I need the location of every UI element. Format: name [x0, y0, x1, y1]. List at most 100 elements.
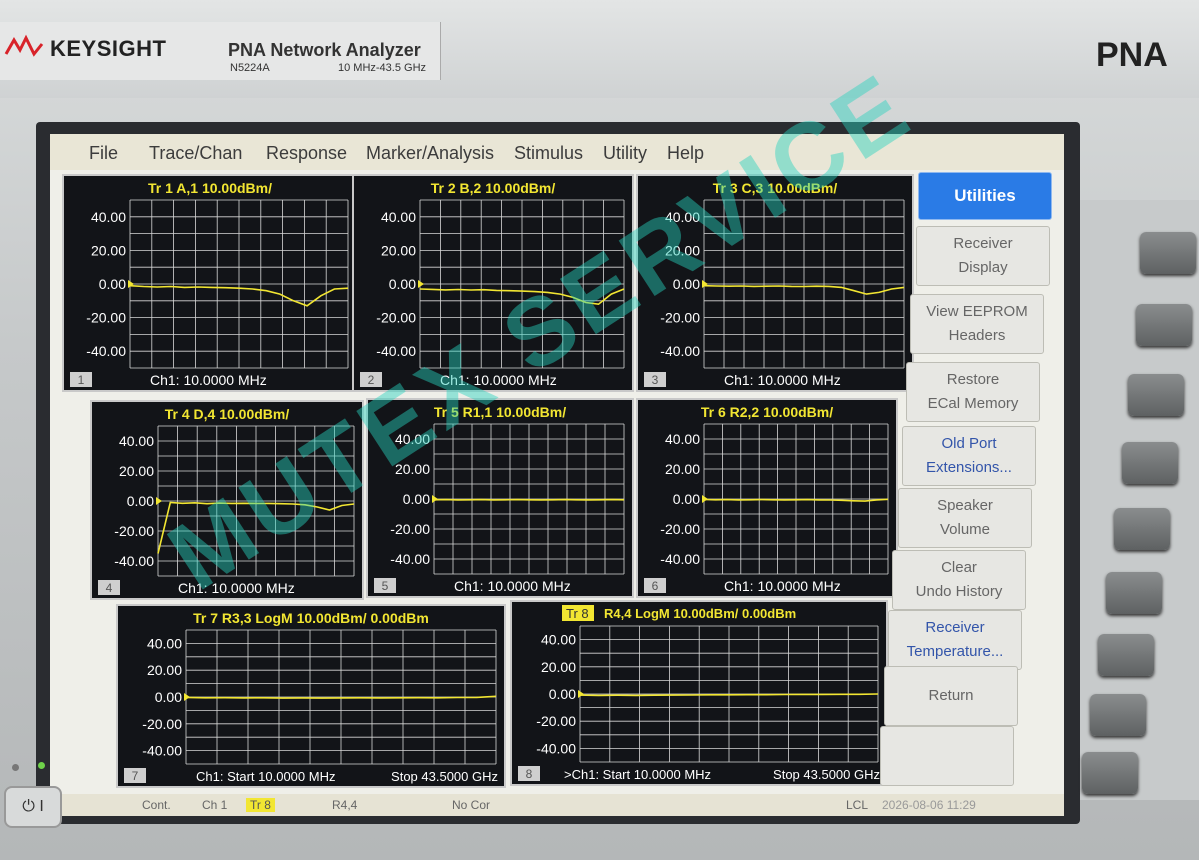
channel-footer: Ch1: 10.0000 MHz — [150, 372, 267, 388]
y-tick-label: 40.00 — [541, 632, 576, 648]
menu-help[interactable]: Help — [667, 143, 704, 164]
window-number: 8 — [526, 767, 533, 781]
channel-footer: Ch1: 10.0000 MHz — [724, 372, 841, 388]
softkey-clear-undo-history[interactable]: Clear Undo History — [892, 550, 1026, 610]
trace-plot: 40.00 20.00 0.00 -20.00 -40.00 Tr 8 R4,4 LogM … — [518, 605, 880, 782]
softkey-receiver-display[interactable]: Receiver Display — [916, 226, 1050, 286]
softkey-label: Clear — [941, 559, 977, 576]
softkey-label: Volume — [939, 521, 991, 538]
y-tick-label: -20.00 — [142, 716, 182, 732]
trace-title: Tr 7 R3,3 LogM 10.00dBm/ 0.00dBm — [193, 610, 429, 626]
y-tick-label: 20.00 — [381, 242, 416, 258]
trace-title: Tr 4 D,4 10.00dBm/ — [165, 406, 290, 422]
sweep-start: >Ch1: Start 10.0000 MHz — [564, 767, 711, 782]
menu-stimulus[interactable]: Stimulus — [514, 143, 583, 164]
trace-window-7[interactable]: 40.00 20.00 0.00 -20.00 -40.00 Tr 7 R3,3 LogM… — [116, 604, 506, 788]
trace-plot: 40.00 20.00 0.00 -20.00 -40.00 Tr 7 R3,3 LogM… — [124, 610, 498, 784]
hardware-softkey-8[interactable] — [1090, 694, 1146, 736]
grid — [129, 199, 349, 369]
softkey-label: Utilities — [954, 186, 1016, 205]
trace-title: Tr 8 — [566, 606, 589, 621]
y-tick-label: -40.00 — [660, 551, 700, 567]
sweep-start: Ch1: Start 10.0000 MHz — [196, 769, 335, 784]
channel-footer: Ch1: 10.0000 MHz — [454, 578, 571, 594]
softkey-label: Return — [928, 687, 974, 704]
hardware-softkey-6[interactable] — [1106, 572, 1162, 614]
trace-window-8[interactable]: 40.00 20.00 0.00 -20.00 -40.00 Tr 8 R4,4 LogM … — [510, 600, 888, 786]
trace-plot: 40.00 20.00 0.00 -20.00 -40.00 Tr 1 A,1 10.00… — [70, 180, 349, 388]
softkey-label: Receiver — [953, 235, 1013, 252]
menu-marker-analysis[interactable]: Marker/Analysis — [366, 143, 494, 164]
power-icon: ⏻ I — [22, 798, 44, 815]
y-tick-label: -20.00 — [390, 521, 430, 537]
reference-marker-icon — [418, 280, 424, 288]
y-tick-label: 0.00 — [155, 689, 182, 705]
hardware-softkey-1[interactable] — [1140, 232, 1196, 274]
y-tick-label: -20.00 — [660, 521, 700, 537]
softkey-old-port-extensions[interactable]: Old Port Extensions... — [902, 426, 1036, 486]
trace-title: Tr 2 B,2 10.00dBm/ — [431, 180, 556, 196]
y-tick-label: -20.00 — [114, 523, 154, 539]
trace-window-6[interactable]: 40.00 20.00 0.00 -20.00 -40.00 Tr 6 R2,2 10.0… — [636, 398, 898, 598]
trace-window-1[interactable]: 40.00 20.00 0.00 -20.00 -40.00 Tr 1 A,1 10.00… — [62, 174, 358, 392]
sweep-stop: Stop 43.5000 GHz — [391, 769, 498, 784]
reference-marker-icon — [128, 280, 134, 288]
softkey-view-eeprom-headers[interactable]: View EEPROM Headers — [910, 294, 1044, 354]
softkey-label: Display — [958, 259, 1008, 276]
sweep-stop: Stop 43.5000 GHz — [773, 767, 880, 782]
y-tick-label: 0.00 — [389, 276, 416, 292]
hardware-softkey-9[interactable] — [1082, 752, 1138, 794]
y-tick-label: 20.00 — [91, 242, 126, 258]
softkey-label: View EEPROM — [926, 303, 1028, 320]
softkey-label: Undo History — [915, 583, 1003, 600]
softkey-return[interactable]: Return — [884, 666, 1018, 726]
reference-marker-icon — [156, 497, 162, 505]
y-tick-label: -40.00 — [536, 740, 576, 756]
frequency-range: 10 MHz-43.5 GHz — [338, 62, 427, 74]
series-label: PNA — [1096, 36, 1168, 74]
menu-trace-chan[interactable]: Trace/Chan — [149, 143, 242, 164]
y-tick-label: 0.00 — [549, 686, 576, 702]
y-tick-label: -20.00 — [536, 713, 576, 729]
window-number: 5 — [382, 579, 389, 593]
softkey-label: Speaker — [937, 497, 993, 514]
window-number: 1 — [78, 373, 85, 387]
y-tick-label: 0.00 — [673, 491, 700, 507]
y-tick-label: 40.00 — [147, 635, 182, 651]
y-tick-label: 20.00 — [541, 659, 576, 675]
power-button[interactable]: ⏻ I — [4, 786, 62, 828]
softkey-speaker-volume[interactable]: Speaker Volume — [898, 488, 1032, 548]
status-receiver: R4,4 — [332, 798, 358, 812]
softkey-blank[interactable] — [880, 726, 1014, 786]
trace-title-rest: R4,4 LogM 10.00dBm/ 0.00dBm — [604, 606, 796, 621]
window-number: 3 — [652, 373, 659, 387]
y-tick-label: -20.00 — [376, 310, 416, 326]
hardware-softkey-5[interactable] — [1114, 508, 1170, 550]
y-tick-label: 40.00 — [119, 433, 154, 449]
status-lcl: LCL — [846, 798, 869, 812]
hardware-softkey-7[interactable] — [1098, 634, 1154, 676]
brand-name: KEYSIGHT — [50, 36, 167, 61]
menu-file[interactable]: File — [89, 143, 118, 164]
y-tick-label: -40.00 — [390, 551, 430, 567]
softkey-receiver-temperature[interactable]: Receiver Temperature... — [888, 610, 1022, 670]
softkey-label: Extensions... — [926, 459, 1012, 476]
keysight-logo-icon — [4, 34, 44, 57]
y-tick-label: 40.00 — [665, 431, 700, 447]
softkey-restore-ecal-memory[interactable]: Restore ECal Memory — [906, 362, 1040, 422]
softkey-label: ECal Memory — [927, 395, 1019, 412]
status-datetime: 2026-08-06 11:29 — [882, 798, 976, 812]
menu-utility[interactable]: Utility — [603, 143, 647, 164]
hardware-softkey-3[interactable] — [1128, 374, 1184, 416]
hardware-softkey-4[interactable] — [1122, 442, 1178, 484]
instrument-title: PNA Network Analyzer — [228, 40, 421, 60]
hardware-softkey-2[interactable] — [1136, 304, 1192, 346]
trace-plot: 40.00 20.00 0.00 -20.00 -40.00 Tr 6 R2,2 10.0… — [644, 404, 889, 594]
menu-response[interactable]: Response — [266, 143, 347, 164]
softkey-label: Old Port — [941, 435, 997, 452]
status-bar: Cont. Ch 1 Tr 8 R4,4 No Cor LCL 2026-08-… — [50, 794, 1064, 816]
softkey-utilities[interactable]: Utilities — [918, 172, 1052, 220]
y-tick-label: -40.00 — [660, 343, 700, 359]
y-tick-label: 0.00 — [127, 493, 154, 509]
y-tick-label: 40.00 — [91, 209, 126, 225]
